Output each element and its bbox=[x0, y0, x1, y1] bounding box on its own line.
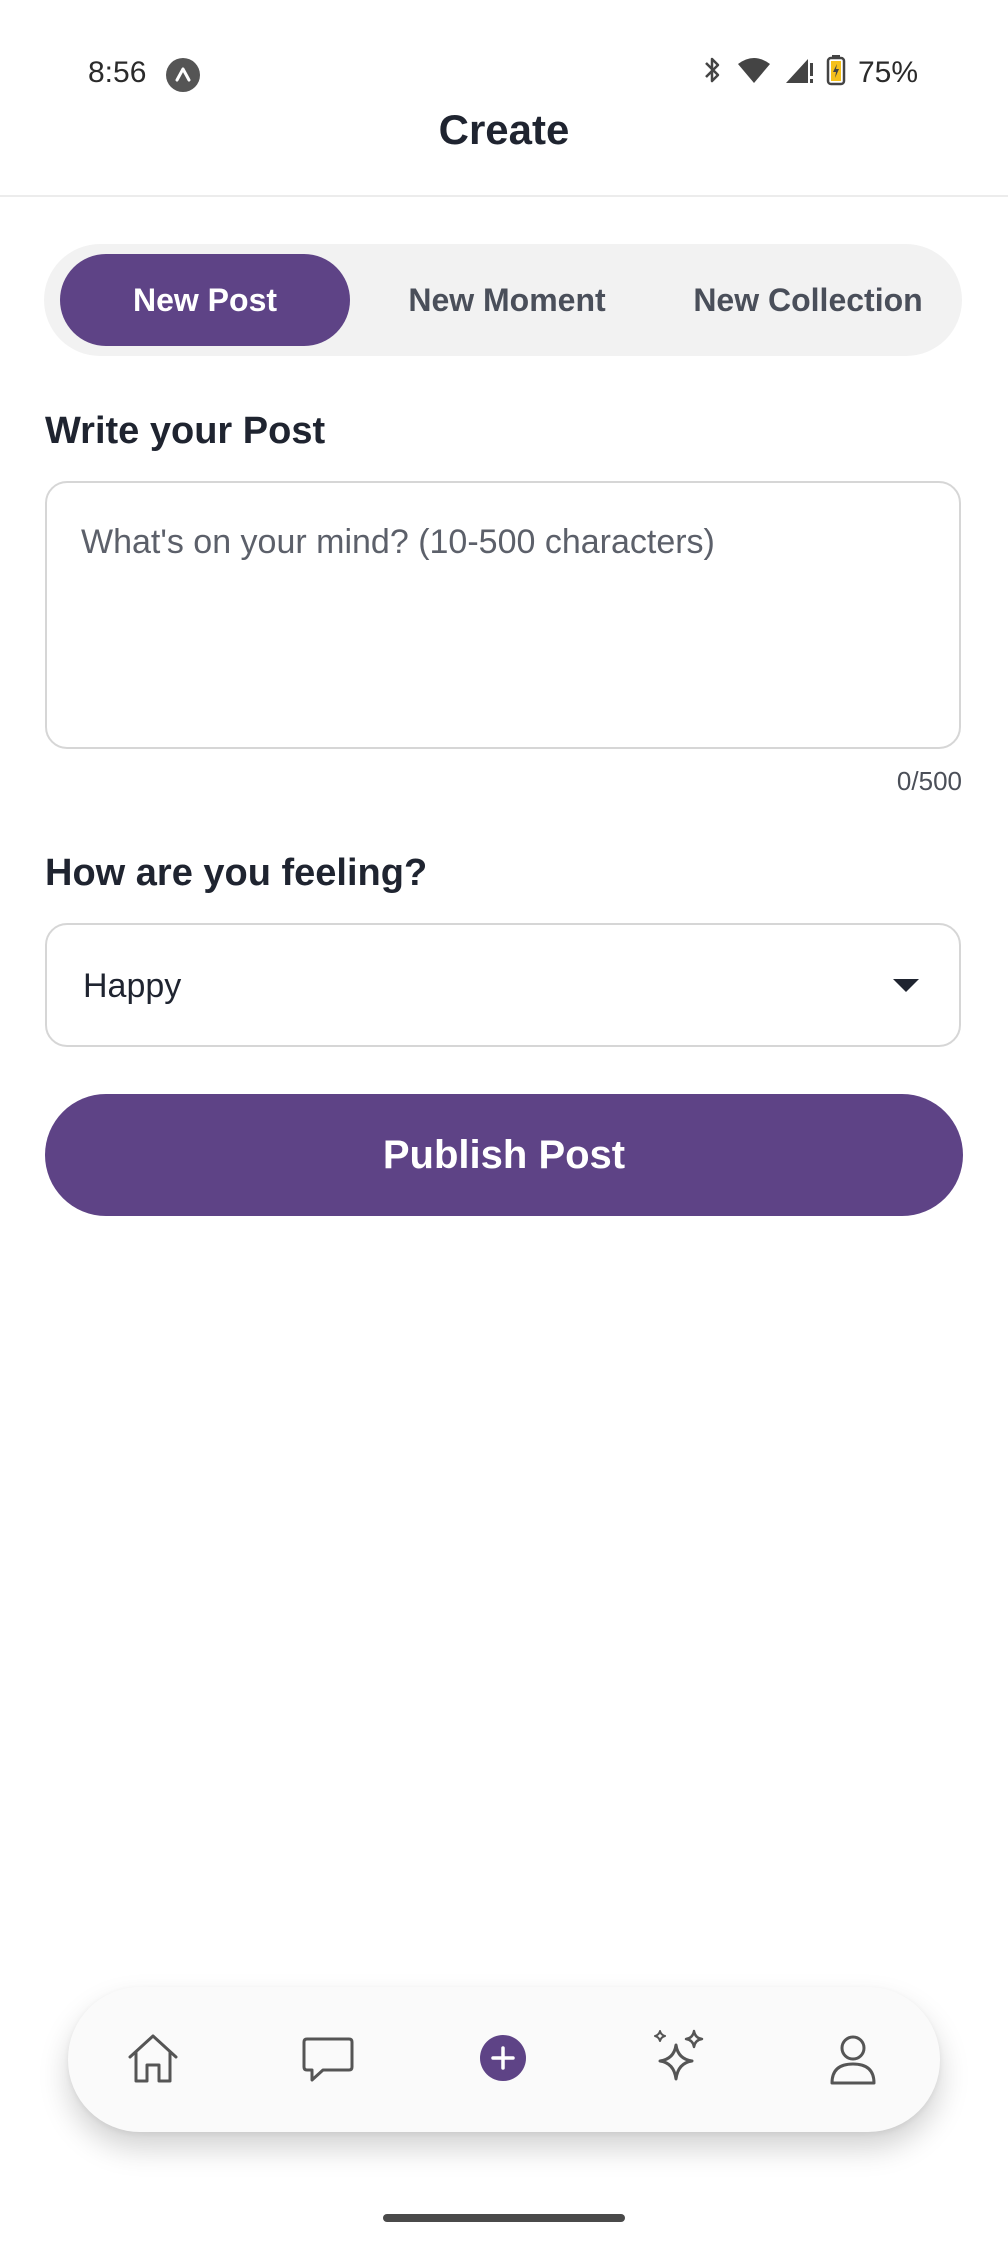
publish-post-button[interactable]: Publish Post bbox=[45, 1094, 963, 1216]
status-time: 8:56 bbox=[88, 56, 147, 89]
create-type-tabs: New Post New Moment New Collection bbox=[44, 244, 962, 356]
home-icon bbox=[124, 2029, 182, 2092]
char-counter: 0/500 bbox=[896, 766, 962, 796]
feeling-label: How are you feeling? bbox=[45, 852, 428, 894]
profile-icon bbox=[824, 2029, 882, 2092]
home-indicator[interactable] bbox=[383, 2214, 625, 2222]
bottom-nav bbox=[68, 1987, 940, 2132]
caret-down-icon bbox=[893, 979, 919, 992]
header-divider bbox=[0, 195, 1008, 197]
nav-home[interactable] bbox=[120, 2027, 186, 2093]
status-icons: 75% bbox=[700, 54, 918, 91]
app-notification-icon bbox=[166, 58, 200, 92]
battery-percent: 75% bbox=[857, 55, 918, 89]
tab-new-moment[interactable]: New Moment bbox=[362, 254, 652, 346]
nav-create[interactable] bbox=[470, 2027, 536, 2093]
sparkles-icon bbox=[648, 2027, 710, 2094]
tab-new-post[interactable]: New Post bbox=[60, 254, 350, 346]
bluetooth-icon bbox=[700, 54, 724, 91]
battery-icon bbox=[826, 54, 846, 91]
chat-icon bbox=[299, 2029, 357, 2092]
status-bar: 8:56 75% bbox=[0, 0, 1008, 110]
post-textarea[interactable] bbox=[45, 481, 961, 749]
wifi-icon bbox=[736, 55, 772, 90]
feeling-selected-value: Happy bbox=[83, 967, 182, 1005]
nav-profile[interactable] bbox=[820, 2027, 886, 2093]
nav-discover[interactable] bbox=[646, 2027, 712, 2093]
tab-new-collection[interactable]: New Collection bbox=[658, 254, 958, 346]
nav-messages[interactable] bbox=[295, 2027, 361, 2093]
feeling-dropdown[interactable]: Happy bbox=[45, 923, 961, 1047]
signal-icon bbox=[784, 55, 814, 90]
plus-icon bbox=[478, 2033, 528, 2088]
post-label: Write your Post bbox=[45, 410, 326, 452]
page-title: Create bbox=[438, 106, 570, 153]
